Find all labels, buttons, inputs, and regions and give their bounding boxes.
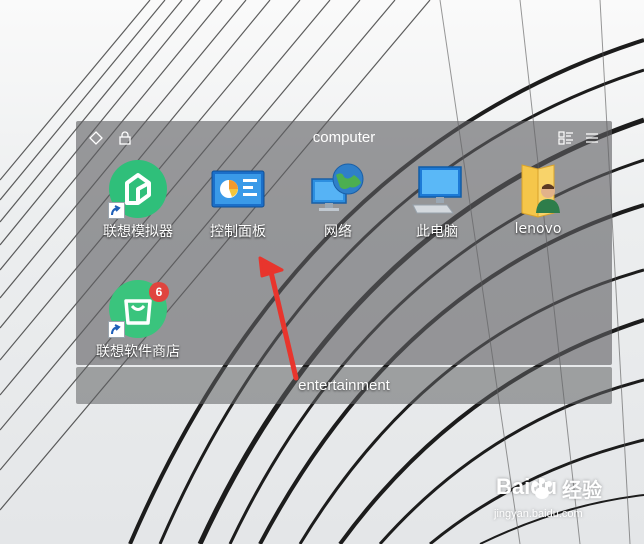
shortcut-arrow-icon: [108, 202, 125, 219]
desktop-icon-lenovo-emulator[interactable]: 联想模拟器: [90, 159, 186, 259]
shortcut-arrow-icon: [108, 321, 125, 338]
desktop-icon-control-panel[interactable]: 控制面板: [190, 159, 286, 259]
group-title: computer: [312, 129, 376, 146]
network-icon: [311, 163, 364, 211]
group-header: computer: [76, 121, 612, 155]
desktop-group-computer[interactable]: computer 联想模拟器 控制面板 网络 此电脑 lenovo 6 联想软件…: [76, 121, 612, 365]
control-panel-icon: [211, 170, 265, 208]
desktop-icon-lenovo-user[interactable]: lenovo: [490, 159, 586, 259]
icon-label: lenovo: [514, 221, 562, 237]
desktop-group-entertainment[interactable]: entertainment: [76, 367, 612, 404]
view-mode-icon[interactable]: [558, 130, 574, 146]
baidu-watermark: Baidu 经验 jingyan.baidu.com: [470, 470, 640, 534]
desktop-icon-this-pc[interactable]: 此电脑: [389, 159, 485, 259]
paw-icon: [532, 478, 552, 499]
menu-icon[interactable]: [584, 130, 600, 146]
watermark-cn: 经验: [562, 478, 602, 502]
notification-badge: 6: [149, 282, 169, 302]
group-title: entertainment: [298, 377, 390, 394]
user-folder-icon: [521, 164, 560, 218]
icon-label: 联想软件商店: [96, 344, 180, 360]
watermark-url: jingyan.baidu.com: [494, 508, 583, 520]
desktop-icon-lenovo-app-store[interactable]: 6 联想软件商店: [90, 279, 186, 379]
this-pc-icon: [412, 166, 462, 214]
desktop-icon-network[interactable]: 网络: [290, 159, 386, 259]
